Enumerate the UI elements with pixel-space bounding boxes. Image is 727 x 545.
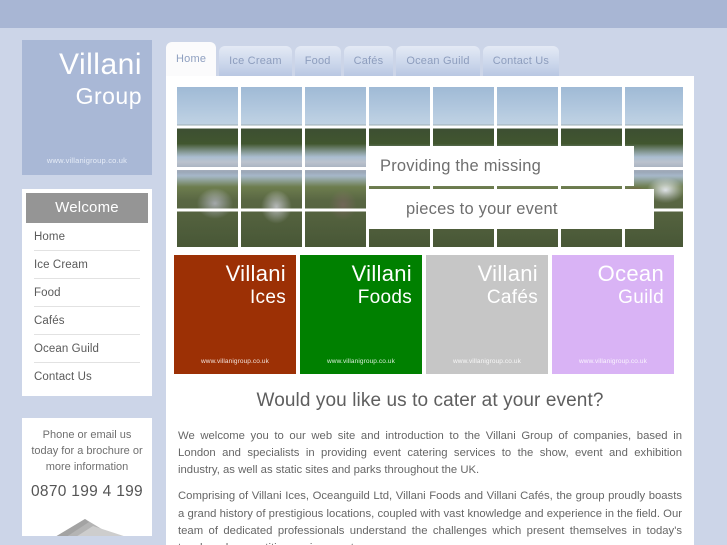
main-content: Home Ice Cream Food Cafés Ocean Guild Co…: [166, 40, 694, 545]
brand-tile-row: Villani Ices www.villanigroup.co.uk Vill…: [174, 255, 686, 374]
brand-name-top: Villani: [225, 261, 286, 286]
sidebar-item-cafes[interactable]: Cafés: [34, 307, 140, 335]
sidebar-nav-list: Home Ice Cream Food Cafés Ocean Guild Co…: [26, 223, 148, 390]
brand-url: www.villanigroup.co.uk: [579, 358, 647, 365]
logo-url: www.villanigroup.co.uk: [46, 156, 128, 165]
brand-tile-ocean-guild[interactable]: Ocean Guild www.villanigroup.co.uk: [552, 255, 674, 374]
brand-name-bottom: Ices: [249, 287, 286, 308]
brand-name-bottom: Foods: [357, 287, 412, 308]
contact-prompt-text: Phone or email us today for a brochure o…: [31, 429, 143, 473]
sidebar-item-ice-cream[interactable]: Ice Cream: [34, 251, 140, 279]
tab-contact-us[interactable]: Contact Us: [482, 46, 560, 76]
envelope-icon: [56, 518, 125, 536]
sidebar-nav-header: Welcome: [26, 193, 148, 223]
tab-ocean-guild[interactable]: Ocean Guild: [396, 46, 480, 76]
hero-tagline-line-1: Providing the missing: [366, 146, 634, 186]
page-headline: Would you like us to cater at your event…: [256, 390, 604, 411]
body-copy: We welcome you to our web site and intro…: [174, 428, 686, 545]
brand-url: www.villanigroup.co.uk: [201, 358, 269, 365]
envelope-graphic: [30, 509, 144, 536]
sidebar-item-ocean-guild[interactable]: Ocean Guild: [34, 335, 140, 363]
tab-ice-cream[interactable]: Ice Cream: [219, 46, 292, 76]
tab-home[interactable]: Home: [166, 42, 217, 76]
body-paragraph-2: Comprising of Villani Ices, Oceanguild L…: [178, 490, 682, 545]
brand-tile-villani-foods[interactable]: Villani Foods www.villanigroup.co.uk: [300, 255, 422, 374]
brand-name-bottom: Cafés: [486, 287, 538, 308]
page-root: Villani Group www.villanigroup.co.uk Wel…: [0, 0, 727, 545]
top-decorative-band: [0, 0, 727, 28]
contact-phone-number: 0870 199 4 199: [31, 482, 143, 500]
brand-url: www.villanigroup.co.uk: [453, 358, 521, 365]
hero-tagline-line-2: pieces to your event: [366, 189, 654, 229]
body-paragraph-1: We welcome you to our web site and intro…: [178, 430, 682, 477]
hero-banner: Providing the missing pieces to your eve…: [174, 84, 686, 250]
sidebar-item-food[interactable]: Food: [34, 279, 140, 307]
brand-url: www.villanigroup.co.uk: [327, 358, 395, 365]
content-card: Providing the missing pieces to your eve…: [166, 76, 694, 545]
sidebar-nav-panel: Welcome Home Ice Cream Food Cafés Ocean …: [22, 189, 152, 396]
brand-name-top: Villani: [477, 261, 538, 286]
top-tab-bar: Home Ice Cream Food Cafés Ocean Guild Co…: [166, 40, 694, 76]
tab-food[interactable]: Food: [294, 46, 341, 76]
logo-line-group: Group: [75, 83, 142, 109]
sidebar-item-home[interactable]: Home: [34, 223, 140, 251]
sidebar-item-contact-us[interactable]: Contact Us: [34, 363, 140, 390]
brand-name-bottom: Guild: [618, 287, 664, 308]
sidebar: Villani Group www.villanigroup.co.uk Wel…: [22, 40, 152, 536]
brand-name-top: Ocean: [597, 261, 664, 286]
brand-name-top: Villani: [351, 261, 412, 286]
brand-tile-villani-cafes[interactable]: Villani Cafés www.villanigroup.co.uk: [426, 255, 548, 374]
logo-line-villani: Villani: [59, 48, 142, 81]
sidebar-contact-panel: Phone or email us today for a brochure o…: [22, 418, 152, 536]
tab-cafes[interactable]: Cafés: [343, 46, 394, 76]
brand-tile-villani-ices[interactable]: Villani Ices www.villanigroup.co.uk: [174, 255, 296, 374]
site-logo[interactable]: Villani Group www.villanigroup.co.uk: [22, 40, 152, 175]
